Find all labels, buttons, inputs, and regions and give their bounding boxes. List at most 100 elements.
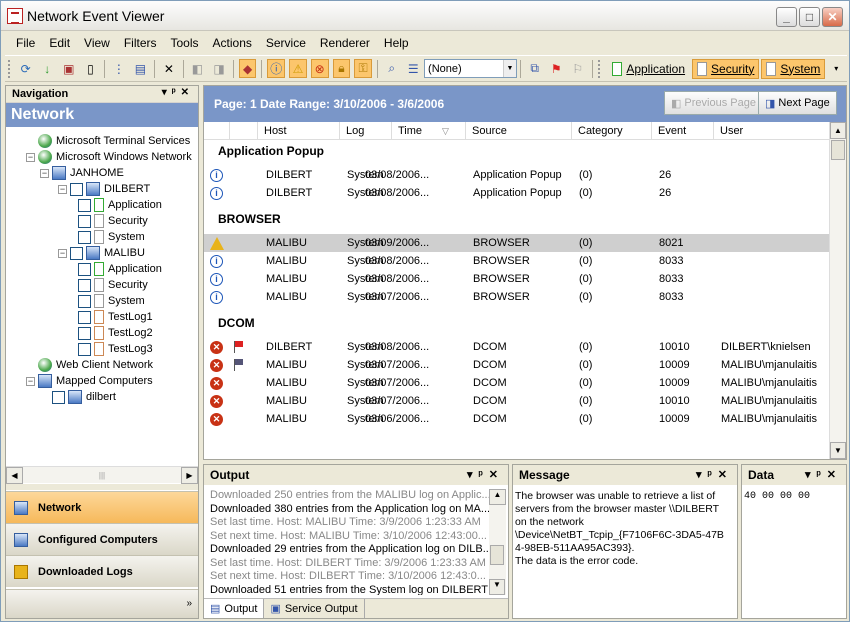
tree-icon[interactable]: ⋮ xyxy=(110,59,128,78)
collapse-icon[interactable]: − xyxy=(40,168,49,178)
column-event[interactable]: Event xyxy=(652,122,714,139)
filter-combo[interactable]: (None) ▼ xyxy=(424,59,517,78)
error-filter-icon[interactable]: ⊗ xyxy=(310,59,329,78)
table-row[interactable]: ✕ MALIBU System 03/07/2006... DCOM (0) 10009 MA… xyxy=(204,356,830,374)
toolbar-grip[interactable] xyxy=(598,59,602,78)
tree-checkbox[interactable] xyxy=(78,326,91,340)
close-button[interactable]: ✕ xyxy=(822,7,843,27)
tree-checkbox[interactable] xyxy=(78,262,91,276)
maximize-button[interactable]: □ xyxy=(799,7,820,27)
info-filter-icon[interactable]: ⓘ xyxy=(267,59,286,78)
scroll-thumb[interactable] xyxy=(831,140,845,160)
column-time[interactable]: Time ▽ xyxy=(392,122,466,139)
download-icon[interactable]: ↓ xyxy=(38,59,56,78)
menu-help[interactable]: Help xyxy=(377,36,416,50)
group-header[interactable]: Application Popup xyxy=(218,144,324,158)
tree-node[interactable]: System xyxy=(78,229,145,245)
tree-node[interactable]: Security xyxy=(78,277,148,293)
tree-checkbox[interactable] xyxy=(52,390,65,404)
tree-node[interactable]: dilbert xyxy=(40,389,116,405)
column-type[interactable] xyxy=(204,122,230,139)
table-row[interactable]: ✕ MALIBU System 03/07/2006... DCOM (0) 10010 MA… xyxy=(204,392,830,410)
copy-icon[interactable]: ⧉ xyxy=(526,59,544,78)
scroll-up-icon[interactable]: ▲ xyxy=(489,489,506,505)
flag-icon[interactable] xyxy=(234,359,244,371)
table-row[interactable]: i MALIBU System 03/08/2006... BROWSER (0) 8033 xyxy=(204,252,830,270)
column-host[interactable]: Host xyxy=(258,122,340,139)
flag-icon[interactable]: ⚐ xyxy=(569,59,587,78)
toolbar-overflow-icon[interactable]: ▾ xyxy=(827,59,845,78)
scroll-left-icon[interactable]: ◀ xyxy=(6,466,23,484)
scroll-thumb[interactable] xyxy=(490,545,504,565)
tree-node[interactable]: − Mapped Computers xyxy=(26,373,153,389)
tree-node[interactable]: TestLog2 xyxy=(78,325,153,341)
log-button-system[interactable]: System xyxy=(761,58,826,79)
table-row[interactable]: MALIBU System 03/09/2006... BROWSER (0) 8021 xyxy=(204,234,830,252)
tree-checkbox[interactable] xyxy=(70,246,83,260)
table-row[interactable]: i MALIBU System 03/07/2006... BROWSER (0) 8033 xyxy=(204,288,830,306)
pane-controls-icon[interactable]: ▾ᵖ✕ xyxy=(162,87,194,98)
red-flag-icon[interactable]: ⚑ xyxy=(547,59,565,78)
scroll-right-icon[interactable]: ▶ xyxy=(180,466,198,484)
menu-tools[interactable]: Tools xyxy=(164,36,206,50)
log-button-security[interactable]: Security xyxy=(692,58,760,79)
scroll-down-icon[interactable]: ▼ xyxy=(489,579,505,595)
table-row[interactable]: i MALIBU System 03/08/2006... BROWSER (0) 8033 xyxy=(204,270,830,288)
warning-filter-icon[interactable]: ⚠ xyxy=(289,59,307,78)
tree-checkbox[interactable] xyxy=(78,294,91,308)
find-icon[interactable]: ⌕ xyxy=(383,59,401,78)
collapse-icon[interactable]: − xyxy=(26,152,35,162)
column-category[interactable]: Category xyxy=(572,122,652,139)
chevron-down-icon[interactable]: ▼ xyxy=(502,60,516,77)
audit-failure-icon[interactable]: 🔒︎ xyxy=(332,59,351,78)
red-flag-icon[interactable] xyxy=(234,341,244,353)
previous-page-button[interactable]: ◧ Previous Page xyxy=(664,91,763,115)
events-vertical-scrollbar[interactable]: ▲ ▼ xyxy=(829,122,846,459)
nav-button-network[interactable]: Network xyxy=(6,491,198,523)
tab-service-output[interactable]: ▣ Service Output xyxy=(264,599,365,618)
forward-icon[interactable]: ◨ xyxy=(210,59,228,78)
nav-button-configured-computers[interactable]: Configured Computers xyxy=(6,523,198,555)
tree-checkbox[interactable] xyxy=(78,230,91,244)
filter-icon[interactable]: ◆ xyxy=(238,59,257,78)
tree-checkbox[interactable] xyxy=(78,198,91,212)
menu-service[interactable]: Service xyxy=(259,36,313,50)
menu-filters[interactable]: Filters xyxy=(117,36,164,50)
nav-splitter[interactable] xyxy=(6,484,198,490)
tree-node[interactable]: System xyxy=(78,293,145,309)
table-row[interactable]: ✕ DILBERT System 03/08/2006... DCOM (0) 10010 D… xyxy=(204,338,830,356)
tree-node[interactable]: Application xyxy=(78,197,162,213)
export-icon[interactable]: ▤ xyxy=(132,59,150,78)
collapse-icon[interactable]: − xyxy=(26,376,35,386)
collapse-icon[interactable]: − xyxy=(58,248,67,258)
menu-view[interactable]: View xyxy=(77,36,117,50)
computers-icon[interactable]: ▣ xyxy=(60,59,78,78)
tree-checkbox[interactable] xyxy=(78,214,91,228)
column-user[interactable]: User xyxy=(714,122,828,139)
output-scrollbar[interactable]: ▲ ▼ xyxy=(489,489,506,595)
scroll-down-icon[interactable]: ▼ xyxy=(830,442,846,459)
tree-checkbox[interactable] xyxy=(78,342,91,356)
tree-node[interactable]: − MALIBU xyxy=(58,245,145,261)
tree-node[interactable]: − Microsoft Windows Network xyxy=(26,149,192,165)
pane-controls-icon[interactable]: ▾ᵖ✕ xyxy=(805,468,842,481)
table-row[interactable]: i DILBERT System 03/08/2006... Application P… xyxy=(204,166,830,184)
menu-renderer[interactable]: Renderer xyxy=(313,36,377,50)
column-flag[interactable] xyxy=(230,122,258,139)
scroll-thumb[interactable]: ||| xyxy=(99,471,105,480)
back-icon[interactable]: ◧ xyxy=(189,59,207,78)
tree-horizontal-scrollbar[interactable]: ◀ ||| ▶ xyxy=(6,466,198,484)
toolbar-grip[interactable] xyxy=(8,59,12,78)
next-page-button[interactable]: ◨ Next Page xyxy=(758,91,837,115)
group-header[interactable]: BROWSER xyxy=(218,212,281,226)
filter-list-icon[interactable]: ☰ xyxy=(404,59,422,78)
tree-node[interactable]: − JANHOME xyxy=(40,165,124,181)
column-log[interactable]: Log xyxy=(340,122,392,139)
tree-node[interactable]: Application xyxy=(78,261,162,277)
table-row[interactable]: ✕ MALIBU System 03/07/2006... DCOM (0) 10009 MA… xyxy=(204,374,830,392)
tree-checkbox[interactable] xyxy=(78,310,91,324)
menu-file[interactable]: File xyxy=(9,36,42,50)
collapse-icon[interactable]: − xyxy=(58,184,67,194)
log-button-application[interactable]: Application xyxy=(607,59,690,79)
tree-node[interactable]: Microsoft Terminal Services xyxy=(26,133,190,149)
